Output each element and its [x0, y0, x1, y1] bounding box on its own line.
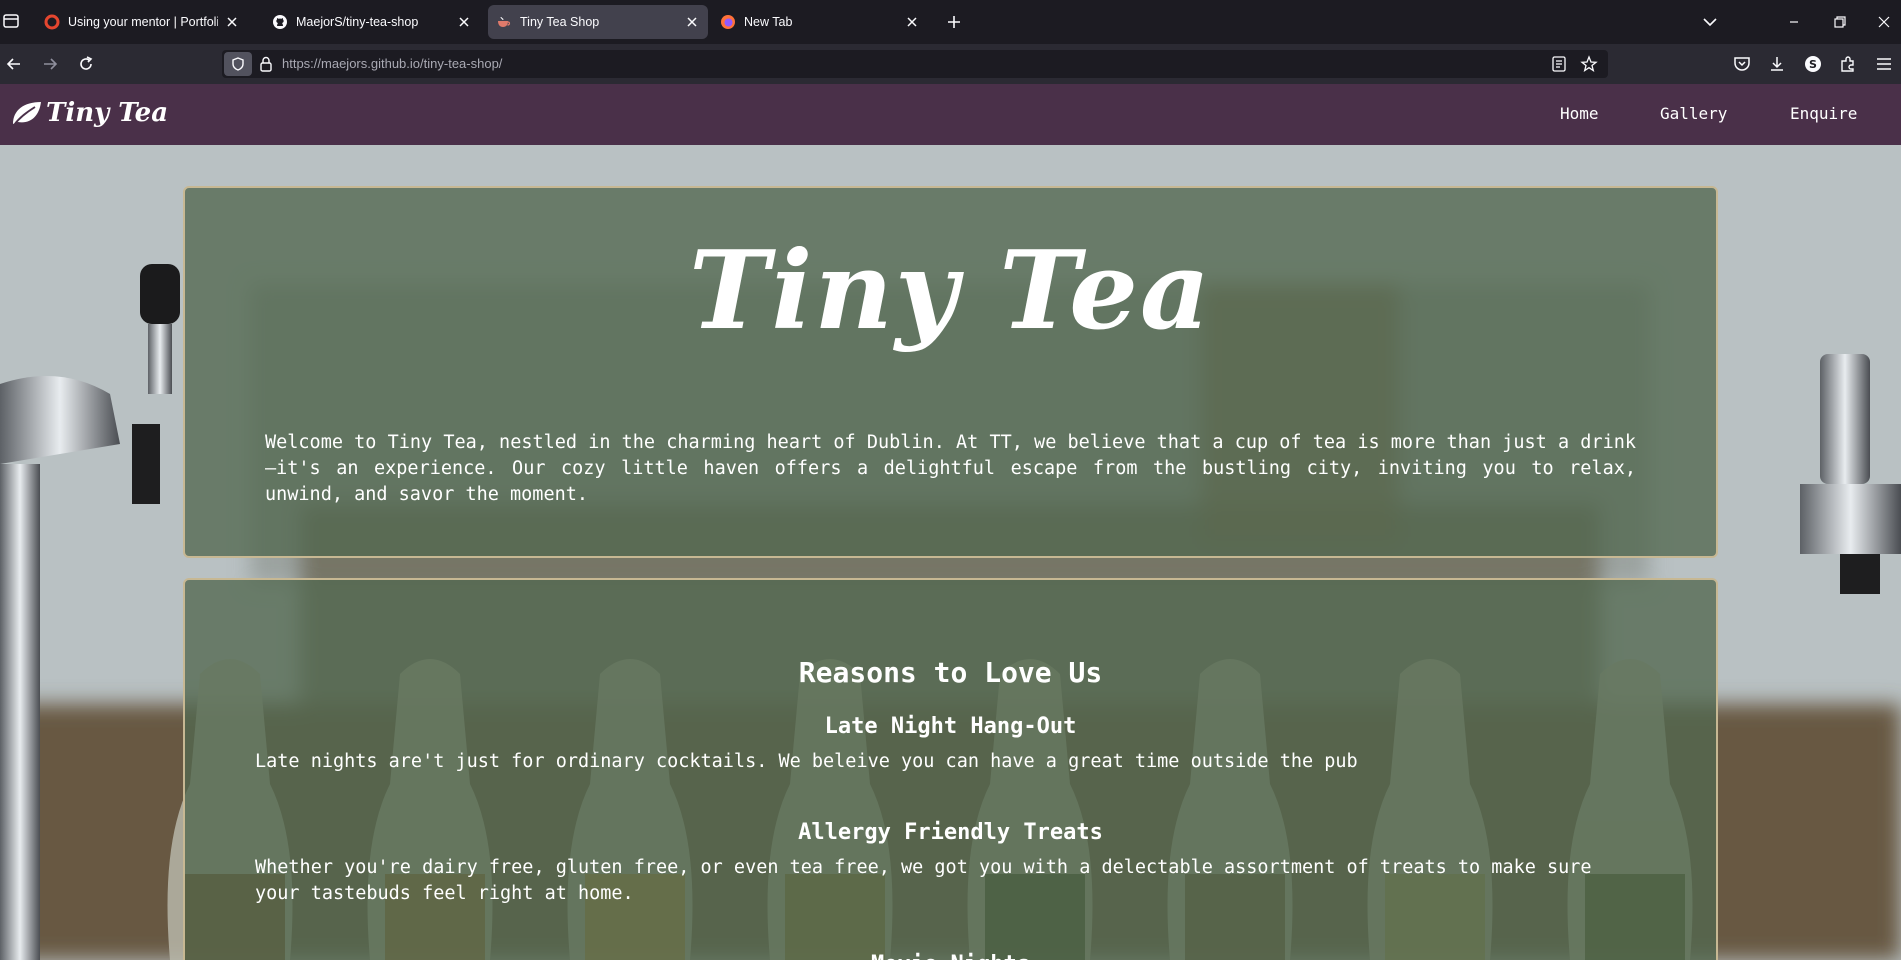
nav-link-gallery[interactable]: Gallery [1660, 104, 1727, 123]
reason-heading: Late Night Hang-Out [824, 714, 1077, 739]
url-host: https://maejors.github.io [282, 56, 421, 71]
reader-view-icon[interactable] [1550, 55, 1568, 73]
tab-title: MaejorS/tiny-tea-shop [296, 15, 419, 29]
forward-arrow-icon[interactable] [40, 54, 60, 74]
list-all-tabs-chevron-icon[interactable] [1700, 12, 1720, 32]
extensions-puzzle-icon[interactable] [1838, 54, 1858, 74]
circle-icon [44, 14, 60, 30]
tab-tiny-tea-shop[interactable]: Tiny Tea Shop [488, 5, 708, 39]
minimize-icon[interactable] [1784, 12, 1804, 32]
hero-intro-text: Welcome to Tiny Tea, nestled in the char… [265, 432, 1636, 505]
browser-tab-bar: Using your mentor | Portfolio 1 MaejorS/… [0, 0, 1901, 44]
leaf-icon [13, 102, 41, 126]
tab-title: New Tab [744, 15, 793, 29]
teacup-icon [498, 16, 511, 27]
github-icon [273, 15, 287, 29]
pocket-icon[interactable] [1732, 54, 1752, 74]
hamburger-menu-icon[interactable] [1874, 54, 1894, 74]
url-path: /tiny-tea-shop/ [420, 56, 503, 71]
hero-title: Tiny Tea [689, 228, 1212, 354]
reload-icon[interactable] [76, 54, 96, 74]
close-icon[interactable] [456, 14, 472, 30]
close-window-icon[interactable] [1874, 12, 1894, 32]
nav-link-home[interactable]: Home [1560, 104, 1599, 123]
tab-github[interactable]: MaejorS/tiny-tea-shop [264, 5, 480, 39]
reason-text: Whether you're dairy free, gluten free, … [255, 857, 1592, 904]
tab-mentor[interactable]: Using your mentor | Portfolio 1 [36, 5, 248, 39]
url-text[interactable]: https://maejors.github.io/tiny-tea-shop/ [282, 56, 502, 71]
svg-text:S: S [1809, 58, 1817, 71]
hero-section: Tiny Tea Welcome to Tiny Tea, nestled in… [183, 186, 1718, 558]
site-header: Tiny Tea Home Gallery Enquire [0, 84, 1901, 145]
nav-link-enquire[interactable]: Enquire [1790, 104, 1857, 123]
brand-name: Tiny Tea [46, 98, 169, 128]
brand-logo[interactable]: Tiny Tea [10, 98, 168, 128]
tab-title: Using your mentor | Portfolio 1 [68, 15, 218, 29]
restore-icon[interactable] [1830, 12, 1850, 32]
close-icon[interactable] [904, 14, 920, 30]
shield-icon [232, 57, 244, 71]
web-page: Tiny Tea Home Gallery Enquire Tiny Tea W… [0, 84, 1901, 960]
close-icon[interactable] [684, 14, 700, 30]
browser-nav-bar: https://maejors.github.io/tiny-tea-shop/… [0, 44, 1901, 84]
reason-heading: Allergy Friendly Treats [798, 820, 1103, 845]
reason-heading-partial: Movie Nights [185, 952, 1716, 960]
tab-title: Tiny Tea Shop [520, 15, 600, 29]
address-bar[interactable]: https://maejors.github.io/tiny-tea-shop/ [222, 50, 1608, 78]
reason-text: Late nights are't just for ordinary cock… [255, 751, 1358, 772]
reasons-title: Reasons to Love Us [798, 656, 1103, 689]
tab-overview-icon[interactable] [2, 12, 20, 30]
back-arrow-icon[interactable] [4, 54, 24, 74]
tracking-protection-button[interactable] [224, 52, 252, 76]
account-avatar-icon[interactable]: S [1803, 54, 1823, 74]
tab-new-tab[interactable]: New Tab [712, 5, 928, 39]
reason-item: Late Night Hang-Out Late nights are't ju… [255, 714, 1646, 775]
reason-item: Allergy Friendly Treats Whether you're d… [255, 820, 1646, 907]
bookmark-star-icon[interactable] [1580, 55, 1598, 73]
lock-icon[interactable] [258, 55, 274, 73]
firefox-icon [721, 15, 735, 29]
new-tab-plus-icon[interactable] [944, 12, 964, 32]
download-icon[interactable] [1767, 54, 1787, 74]
close-icon[interactable] [224, 14, 240, 30]
reasons-section: Reasons to Love Us Late Night Hang-Out L… [183, 578, 1718, 960]
